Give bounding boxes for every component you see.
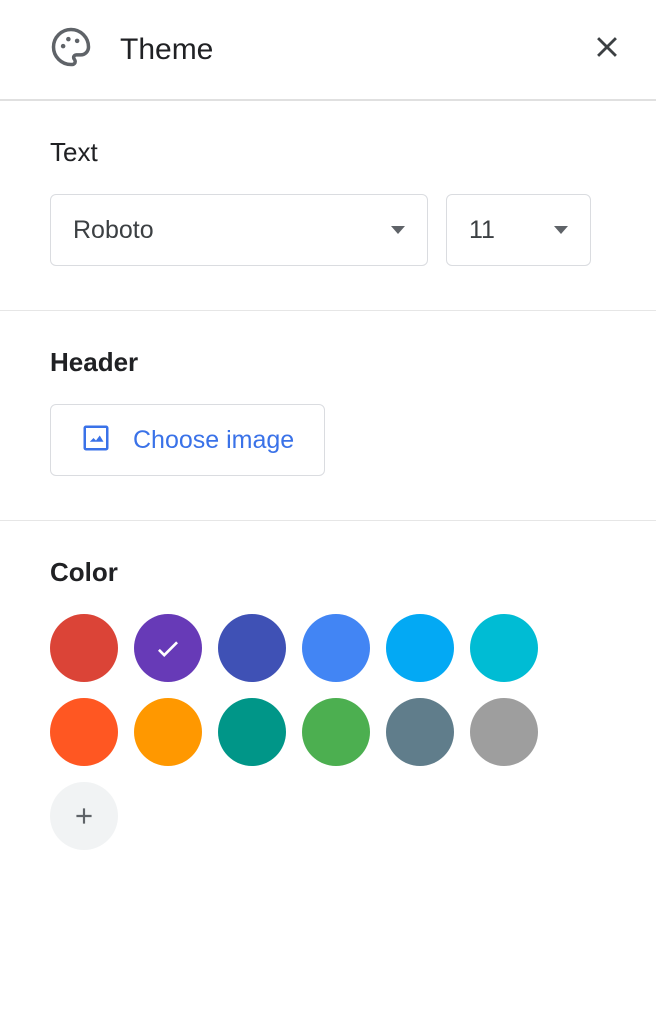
theme-panel: Theme Text Roboto 11 Header <box>0 0 656 894</box>
header-section-label: Header <box>50 347 606 378</box>
color-swatch[interactable] <box>50 698 118 766</box>
add-color-button[interactable] <box>50 782 118 850</box>
color-swatch[interactable] <box>218 614 286 682</box>
size-select[interactable]: 11 <box>446 194 591 266</box>
color-grid <box>50 614 570 850</box>
text-section: Text Roboto 11 <box>0 101 656 311</box>
panel-title: Theme <box>120 33 213 67</box>
palette-icon <box>50 26 92 73</box>
choose-image-button[interactable]: Choose image <box>50 404 325 476</box>
size-select-value: 11 <box>469 216 495 245</box>
color-swatch[interactable] <box>218 698 286 766</box>
color-swatch[interactable] <box>50 614 118 682</box>
image-icon <box>81 423 111 458</box>
color-swatch[interactable] <box>134 698 202 766</box>
color-swatch[interactable] <box>470 614 538 682</box>
text-section-label: Text <box>50 137 606 168</box>
color-section-label: Color <box>50 557 606 588</box>
font-select[interactable]: Roboto <box>50 194 428 266</box>
close-button[interactable] <box>590 30 624 69</box>
color-section: Color <box>0 521 656 894</box>
text-controls-row: Roboto 11 <box>50 194 606 266</box>
color-swatch[interactable] <box>134 614 202 682</box>
close-icon <box>590 30 624 64</box>
choose-image-label: Choose image <box>133 426 294 455</box>
color-swatch[interactable] <box>302 698 370 766</box>
font-select-value: Roboto <box>73 216 154 245</box>
color-swatch[interactable] <box>386 614 454 682</box>
chevron-down-icon <box>554 226 568 234</box>
color-swatch[interactable] <box>386 698 454 766</box>
header-section: Header Choose image <box>0 311 656 521</box>
color-swatch[interactable] <box>470 698 538 766</box>
chevron-down-icon <box>391 226 405 234</box>
plus-icon <box>71 803 97 829</box>
panel-header: Theme <box>0 0 656 101</box>
check-icon <box>153 633 183 663</box>
color-swatch[interactable] <box>302 614 370 682</box>
panel-header-left: Theme <box>50 26 213 73</box>
